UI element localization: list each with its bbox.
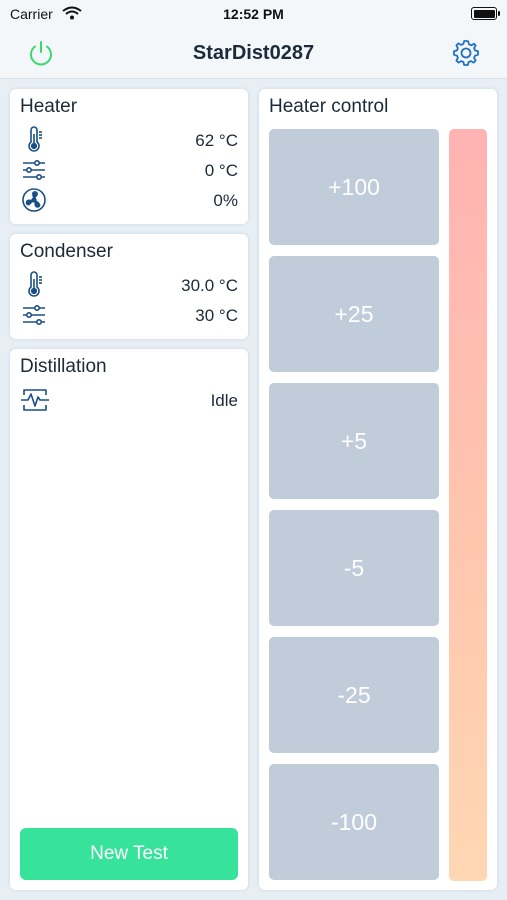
condenser-temperature-value: 30.0 °C — [181, 276, 238, 295]
heater-minus-25-button[interactable]: -25 — [269, 637, 439, 753]
distillation-card: Distillation Idle New Test — [10, 349, 248, 890]
clock: 12:52 PM — [223, 6, 284, 22]
distillation-status-value: Idle — [210, 391, 238, 410]
heater-fan-value: 0% — [213, 191, 238, 210]
heater-control-card: Heater control +100 +25 +5 -5 -25 -100 — [259, 89, 497, 890]
heater-temperature-row: 62 °C — [20, 126, 238, 154]
heater-setpoint-row: 0 °C — [20, 156, 238, 184]
condenser-setpoint-row: 30 °C — [20, 301, 238, 329]
process-graph-icon — [20, 386, 49, 414]
gear-icon[interactable] — [451, 38, 481, 68]
distillation-title: Distillation — [20, 356, 107, 377]
heater-title: Heater — [20, 96, 78, 117]
device-title: StarDist0287 — [192, 42, 315, 64]
condenser-temperature-row: 30.0 °C — [20, 271, 238, 299]
heater-minus-100-button[interactable]: -100 — [269, 764, 439, 880]
condenser-title: Condenser — [20, 241, 113, 262]
thermometer-icon — [20, 271, 48, 299]
heater-setpoint-value: 0 °C — [204, 161, 238, 180]
battery-icon — [471, 7, 500, 20]
status-bar: Carrier 12:52 PM — [0, 0, 507, 30]
heater-plus-25-button[interactable]: +25 — [269, 256, 439, 372]
heater-card: Heater 62 °C 0 °C 0% — [10, 89, 248, 224]
heater-plus-5-button[interactable]: +5 — [269, 383, 439, 499]
heater-temperature-value: 62 °C — [195, 131, 238, 150]
heater-fan-row: 0% — [20, 186, 238, 214]
navigation-bar: StarDist0287 — [0, 30, 507, 79]
heater-power-gradient-bar — [449, 129, 487, 881]
condenser-setpoint-value: 30 °C — [195, 306, 238, 325]
condenser-card: Condenser 30.0 °C 30 °C — [10, 234, 248, 339]
sliders-icon — [20, 301, 48, 329]
distillation-status-row: Idle — [20, 386, 238, 414]
heater-minus-5-button[interactable]: -5 — [269, 510, 439, 626]
sliders-icon — [20, 156, 48, 184]
fan-icon — [20, 186, 48, 214]
heater-control-title: Heater control — [269, 96, 389, 117]
heater-plus-100-button[interactable]: +100 — [269, 129, 439, 245]
new-test-button[interactable]: New Test — [20, 828, 238, 880]
thermometer-icon — [20, 126, 48, 154]
